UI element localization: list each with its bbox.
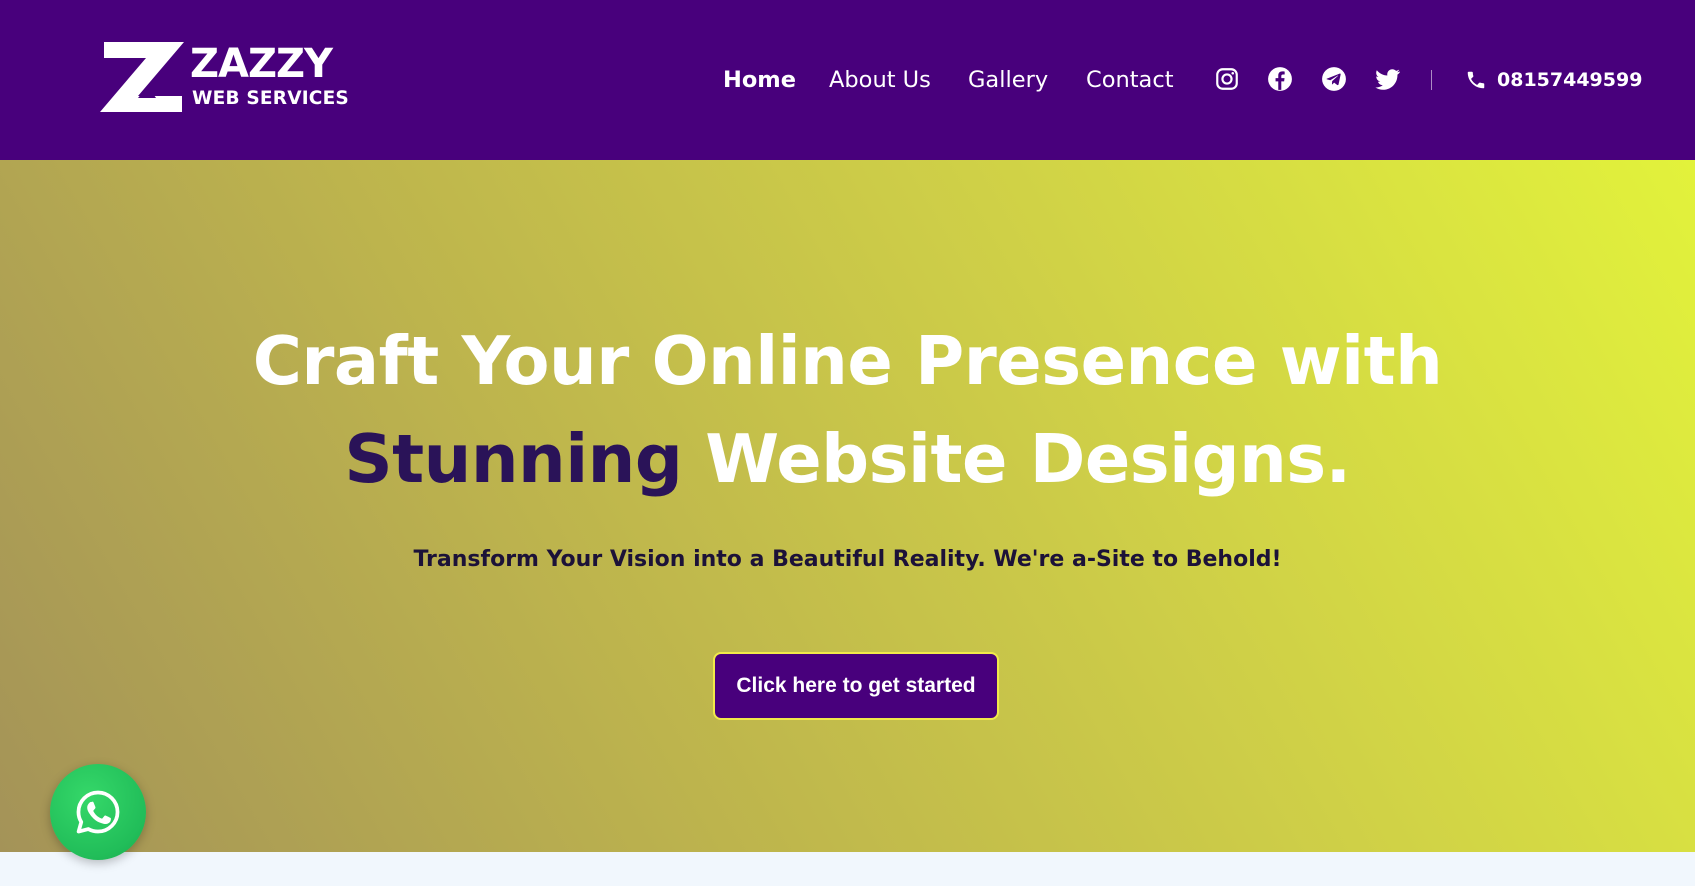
site-header: ZAZZY WEB SERVICES Home About Us Gallery…: [0, 0, 1695, 160]
nav-home[interactable]: Home: [723, 62, 796, 98]
brand-tagline: WEB SERVICES: [192, 88, 349, 109]
hero-section: Craft Your Online Presence with Stunning…: [0, 160, 1695, 852]
whatsapp-button[interactable]: [50, 764, 146, 860]
phone-icon: [1467, 71, 1485, 89]
telegram-icon[interactable]: [1321, 66, 1347, 92]
nav-divider: [1431, 70, 1432, 90]
brand-name: ZAZZY: [190, 41, 333, 87]
whatsapp-icon: [76, 790, 120, 834]
get-started-button[interactable]: Click here to get started: [713, 652, 999, 720]
hero-title-line1: Craft Your Online Presence with: [252, 322, 1443, 400]
brand-logo[interactable]: ZAZZY WEB SERVICES: [98, 40, 358, 116]
hero-title: Craft Your Online Presence with Stunning…: [0, 312, 1695, 508]
phone-link[interactable]: 08157449599: [1465, 62, 1642, 98]
phone-number: 08157449599: [1497, 69, 1643, 91]
twitter-icon[interactable]: [1375, 66, 1401, 92]
nav-contact[interactable]: Contact: [1086, 62, 1174, 98]
logo-mark-icon: [100, 42, 184, 112]
hero-subtitle: Transform Your Vision into a Beautiful R…: [413, 547, 1282, 572]
nav-gallery[interactable]: Gallery: [968, 62, 1048, 98]
hero-title-accent: Stunning: [344, 420, 683, 498]
instagram-icon[interactable]: [1214, 66, 1240, 92]
hero-title-line2: Website Designs.: [705, 420, 1351, 498]
facebook-icon[interactable]: [1267, 66, 1293, 92]
nav-about-us[interactable]: About Us: [829, 62, 931, 98]
